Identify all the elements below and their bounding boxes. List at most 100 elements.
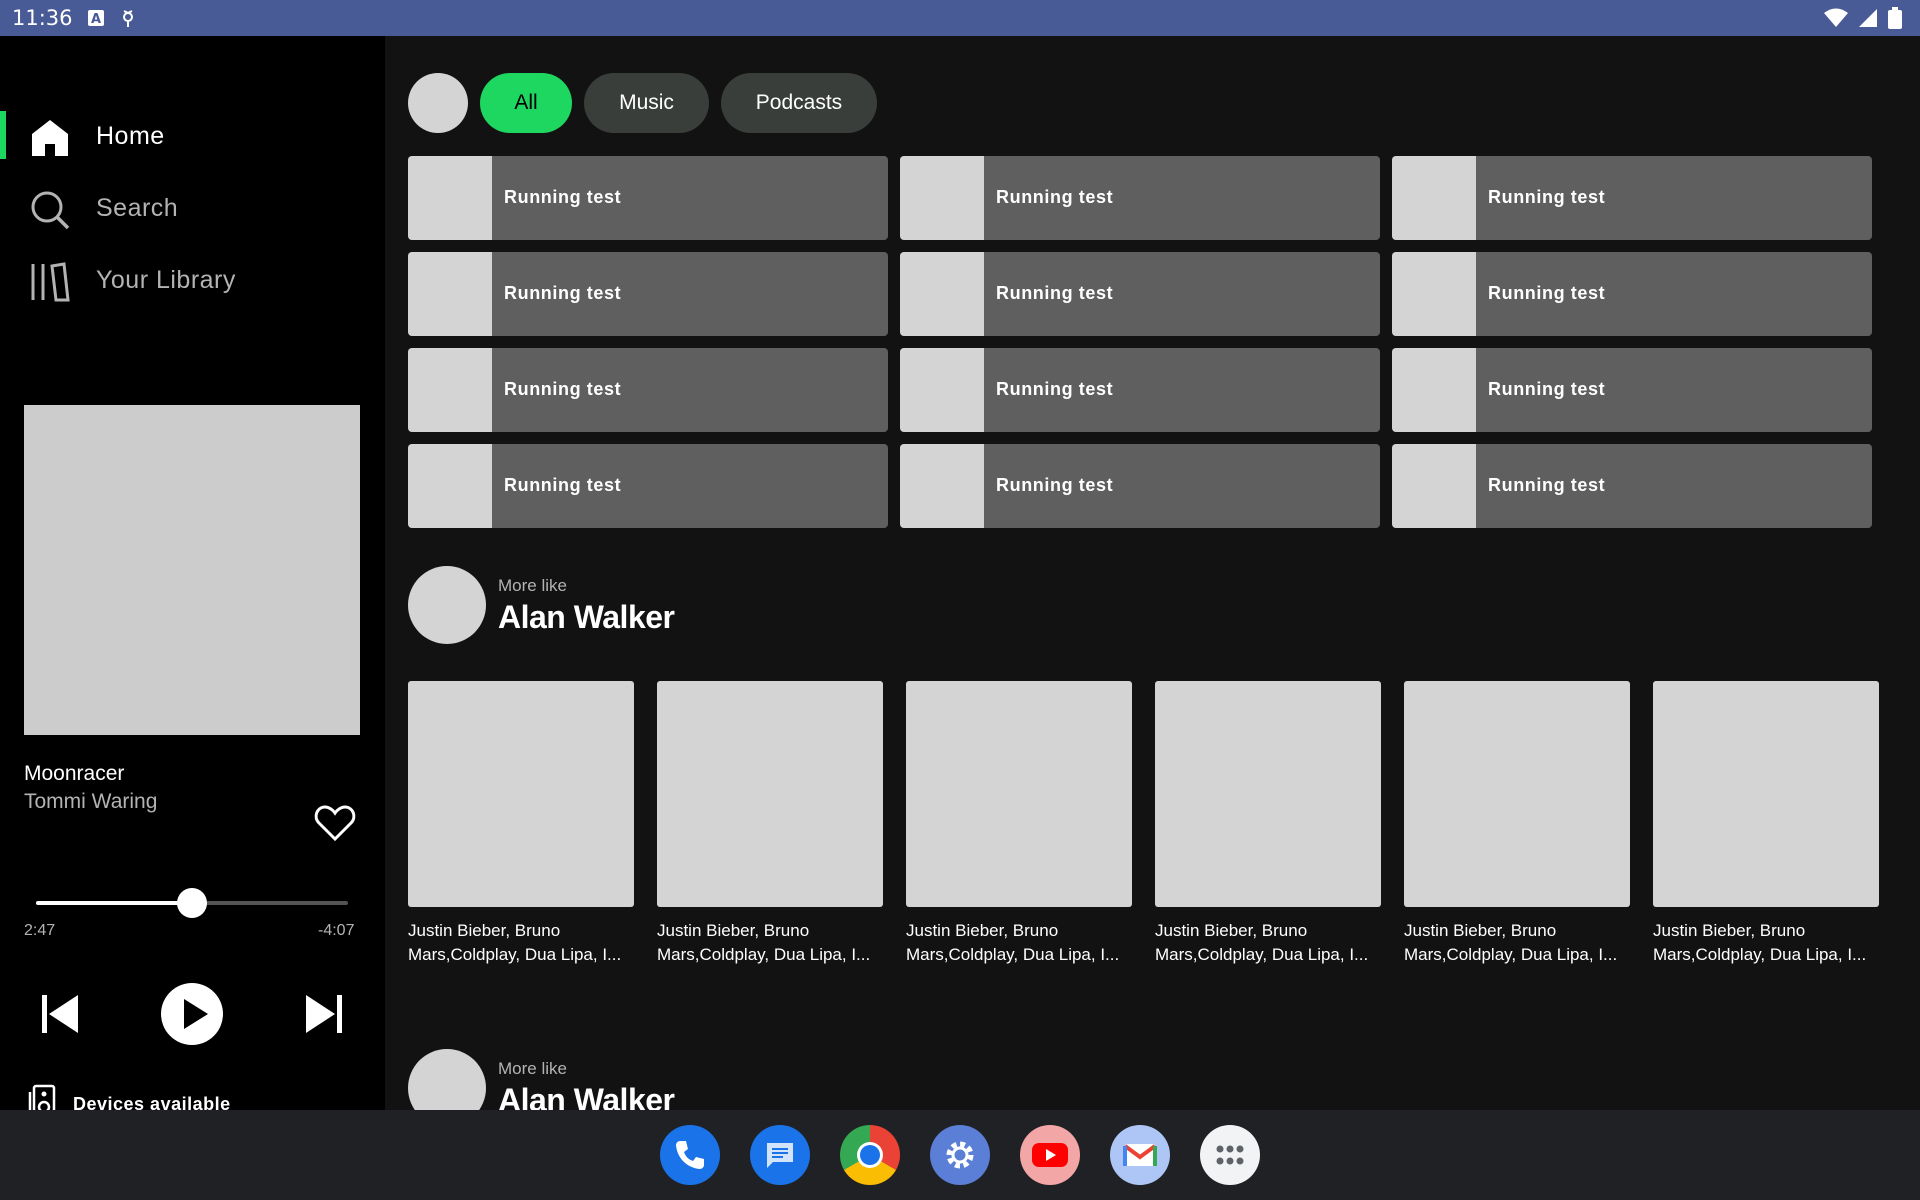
playlist-cover [1155,681,1381,907]
chip-label: All [514,91,538,114]
shortcut-thumbnail [408,348,492,432]
shortcut-tile[interactable]: Running test [408,156,888,240]
track-artist[interactable]: Tommi Waring [24,790,157,814]
shortcut-tile[interactable]: Running test [1392,252,1872,336]
playlist-caption: Justin Bieber, Bruno Mars,Coldplay, Dua … [906,921,1120,964]
playlist-cover [1404,681,1630,907]
shortcut-label: Running test [1488,475,1606,495]
filter-chip-music[interactable]: Music [584,73,709,133]
shortcut-tile[interactable]: Running test [408,252,888,336]
progress-bar[interactable] [36,888,348,918]
youtube-icon[interactable] [1020,1125,1080,1185]
play-button[interactable] [161,983,223,1045]
playlist-caption: Justin Bieber, Bruno Mars,Coldplay, Dua … [1404,921,1618,964]
shortcut-thumbnail [1392,252,1476,336]
playlist-card[interactable]: Justin Bieber, Bruno Mars,Coldplay, Dua … [657,681,883,971]
playlist-card[interactable]: Justin Bieber, Bruno Mars,Coldplay, Dua … [1404,681,1630,971]
shortcut-thumbnail [900,252,984,336]
gmail-icon[interactable] [1110,1125,1170,1185]
filter-chip-all[interactable]: All [480,73,572,133]
messages-icon[interactable] [750,1125,810,1185]
phone-icon[interactable] [660,1125,720,1185]
shortcut-label: Running test [996,475,1114,495]
section-artist-avatar[interactable] [408,1049,486,1110]
shortcut-tile[interactable]: Running test [408,348,888,432]
shortcut-thumbnail [1392,348,1476,432]
app-drawer-icon[interactable] [1200,1125,1260,1185]
shortcut-tile[interactable]: Running test [1392,156,1872,240]
playlist-caption: Justin Bieber, Bruno Mars,Coldplay, Dua … [408,921,622,964]
shortcut-label: Running test [996,187,1114,207]
time-remaining: -4:07 [318,922,355,939]
now-playing-artwork[interactable] [24,405,360,735]
heart-icon[interactable] [314,802,356,844]
filter-chip-podcasts[interactable]: Podcasts [721,73,877,133]
shortcut-thumbnail [408,252,492,336]
shortcut-tile[interactable]: Running test [1392,444,1872,528]
playlist-card[interactable]: Justin Bieber, Bruno Mars,Coldplay, Dua … [906,681,1132,971]
signal-icon [1858,8,1878,33]
progress-handle[interactable] [177,888,207,918]
shortcut-tile[interactable]: Running test [900,348,1380,432]
sidebar-item-search[interactable]: Search [0,178,385,238]
section-kicker: More like [498,1059,567,1078]
shortcut-thumbnail [408,444,492,528]
avatar[interactable] [408,73,468,133]
shortcut-label: Running test [504,187,622,207]
shortcut-thumbnail [900,156,984,240]
section-kicker: More like [498,576,567,595]
shortcut-thumbnail [900,348,984,432]
playlist-card[interactable]: Justin Bieber, Bruno Mars,Coldplay, Dua … [1653,681,1879,971]
shortcut-label: Running test [1488,187,1606,207]
shortcut-tile[interactable]: Running test [408,444,888,528]
keyboard-a-icon: A [87,9,105,27]
sidebar-item-your-library[interactable]: Your Library [0,250,385,310]
track-title[interactable]: Moonracer [24,762,124,786]
section-title[interactable]: Alan Walker [498,1082,675,1110]
sidebar-item-label: Home [96,121,165,150]
playlist-card[interactable]: Justin Bieber, Bruno Mars,Coldplay, Dua … [1155,681,1381,971]
shortcut-tile[interactable]: Running test [900,252,1380,336]
section-artist-avatar[interactable] [408,566,486,644]
sidebar-item-label: Your Library [96,265,236,294]
shortcut-label: Running test [504,283,622,303]
shortcut-tile[interactable]: Running test [900,156,1380,240]
shortcut-thumbnail [1392,444,1476,528]
progress-fill [36,901,192,905]
shortcut-thumbnail [1392,156,1476,240]
chip-label: Podcasts [755,91,843,114]
sidebar-item-label: Search [96,193,179,222]
status-time: 11:36 [12,6,73,30]
playlist-card[interactable]: Justin Bieber, Bruno Mars,Coldplay, Dua … [408,681,634,971]
shortcut-tile[interactable]: Running test [1392,348,1872,432]
playlist-cover [1653,681,1879,907]
chrome-icon[interactable] [840,1125,900,1185]
shortcut-thumbnail [408,156,492,240]
shortcut-thumbnail [900,444,984,528]
search-icon [30,190,70,230]
shortcut-label: Running test [996,379,1114,399]
settings-icon[interactable] [930,1125,990,1185]
playlist-caption: Justin Bieber, Bruno Mars,Coldplay, Dua … [1155,921,1369,964]
usb-debug-icon [119,8,137,28]
playlist-caption: Justin Bieber, Bruno Mars,Coldplay, Dua … [1653,921,1867,964]
playlist-cover [906,681,1132,907]
section-title[interactable]: Alan Walker [498,599,675,636]
sidebar: Home Search Your Library Moonracer Tommi… [0,36,385,1122]
shortcut-label: Running test [504,379,622,399]
wifi-icon [1824,8,1848,33]
skip-next-button[interactable] [302,991,344,1037]
playlist-cover [408,681,634,907]
chip-label: Music [619,91,674,114]
skip-previous-button[interactable] [40,991,82,1037]
shortcut-tile[interactable]: Running test [900,444,1380,528]
battery-icon [1888,7,1902,34]
svg-text:A: A [91,12,101,27]
shortcut-label: Running test [1488,379,1606,399]
taskbar-dock [0,1110,1920,1200]
home-icon [30,118,70,158]
playlist-caption: Justin Bieber, Bruno Mars,Coldplay, Dua … [657,921,871,964]
shortcut-label: Running test [1488,283,1606,303]
sidebar-item-home[interactable]: Home [0,106,385,166]
library-icon [30,262,70,302]
